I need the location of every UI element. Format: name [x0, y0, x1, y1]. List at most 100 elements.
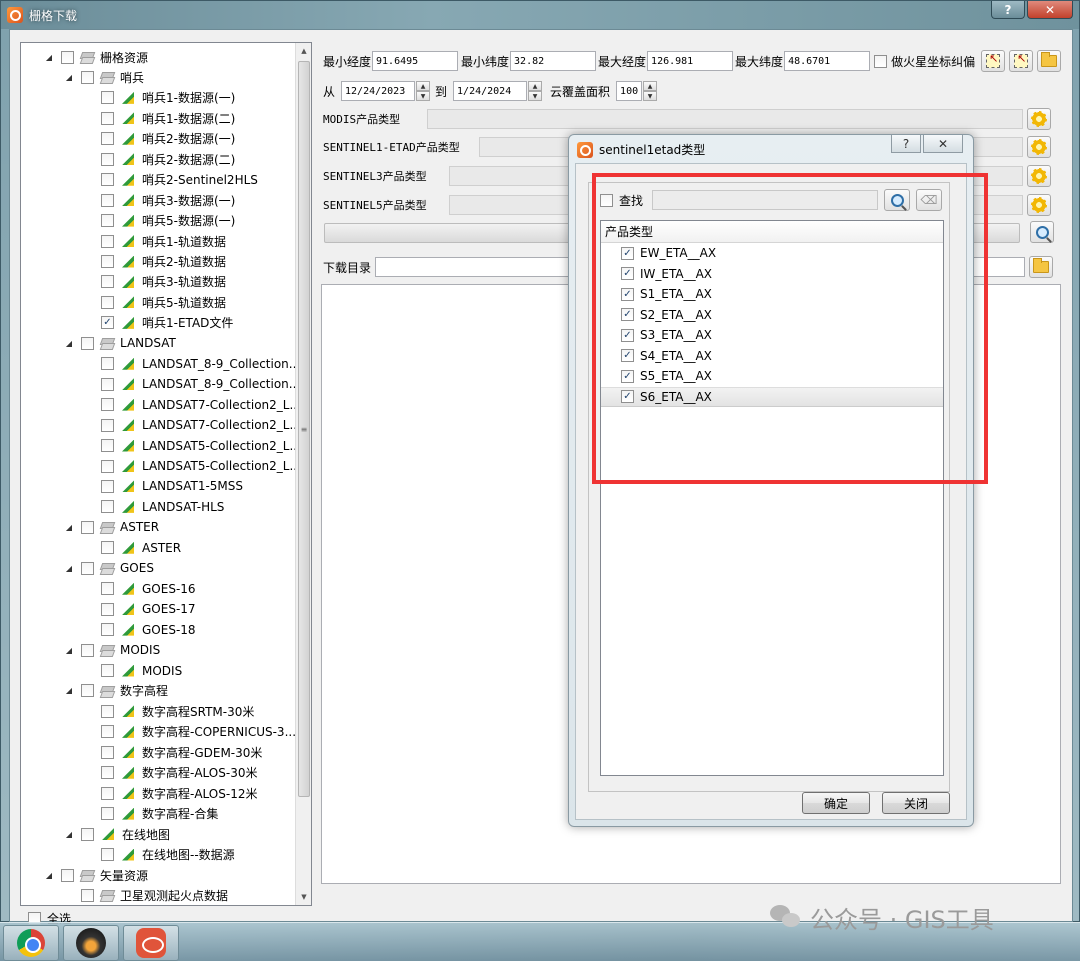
- to-date-input[interactable]: 1/24/2024: [453, 81, 528, 101]
- s1-gear-button[interactable]: [1027, 136, 1051, 158]
- tree-item[interactable]: 数字高程-GDEM-30米: [83, 742, 262, 762]
- tree-item[interactable]: 数字高程-合集: [83, 804, 218, 824]
- taskbar-viewer[interactable]: [123, 925, 179, 961]
- s5-gear-button[interactable]: [1027, 194, 1051, 216]
- find-clear-button[interactable]: ⌫: [916, 189, 942, 211]
- scroll-down-icon[interactable]: ▼: [296, 889, 311, 905]
- tree-scrollbar[interactable]: ▲ ≡ ▼: [295, 43, 311, 905]
- expand-arrow-icon[interactable]: ◢: [63, 71, 75, 83]
- tree-item[interactable]: ASTER: [83, 538, 181, 558]
- dialog-help-button[interactable]: ?: [891, 135, 921, 153]
- list-item[interactable]: ✓ IW_ETA__AX: [601, 264, 943, 285]
- product-type-list[interactable]: 产品类型 ✓ EW_ETA__AX ✓ IW_ETA__AX ✓ S1_ETA__AX ✓ S…: [600, 220, 944, 776]
- tree-item[interactable]: ◢ LANDSAT: [63, 333, 176, 353]
- list-item[interactable]: ✓ S3_ETA__AX: [601, 325, 943, 346]
- scroll-up-icon[interactable]: ▲: [296, 43, 311, 59]
- tree-item-checkbox[interactable]: [61, 50, 74, 64]
- tree-item-checkbox[interactable]: [81, 70, 94, 84]
- tree-item-checkbox[interactable]: [81, 888, 94, 902]
- tree-item-checkbox[interactable]: [101, 704, 114, 718]
- tree-item[interactable]: ✓ 哨兵1-ETAD文件: [83, 313, 233, 333]
- tree-item-checkbox[interactable]: [101, 152, 114, 166]
- mars-checkbox[interactable]: [874, 54, 888, 68]
- tree-item-checkbox[interactable]: [101, 193, 114, 207]
- tree-item[interactable]: ◢ GOES: [63, 558, 154, 578]
- expand-arrow-icon[interactable]: ◢: [63, 644, 75, 656]
- tree-item[interactable]: 哨兵2-Sentinel2HLS: [83, 170, 258, 190]
- tree-item[interactable]: ◢ ASTER: [63, 517, 159, 537]
- find-search-button[interactable]: [884, 189, 910, 211]
- tree-item[interactable]: 卫星观测起火点数据: [63, 885, 228, 905]
- spin-up-icon[interactable]: ▲: [528, 81, 543, 91]
- tree-item-checkbox[interactable]: [101, 786, 114, 800]
- tree-item[interactable]: 数字高程-COPERNICUS-3...: [83, 722, 296, 742]
- tree-item[interactable]: ◢ 矢量资源: [43, 865, 148, 885]
- tree-item-checkbox[interactable]: [61, 868, 74, 882]
- cancel-button[interactable]: 关闭: [882, 792, 950, 814]
- tree-item-checkbox[interactable]: [101, 623, 114, 637]
- expand-arrow-icon[interactable]: ◢: [63, 521, 75, 533]
- tree-item[interactable]: 哨兵2-数据源(二): [83, 149, 235, 169]
- tree-item[interactable]: 哨兵1-数据源(二): [83, 108, 235, 128]
- expand-arrow-icon[interactable]: ◢: [63, 828, 75, 840]
- list-item[interactable]: ✓ S6_ETA__AX: [601, 386, 943, 407]
- modis-gear-button[interactable]: [1027, 108, 1051, 130]
- tree-item[interactable]: 哨兵1-数据源(一): [83, 88, 235, 108]
- tree-item-checkbox[interactable]: [101, 439, 114, 453]
- open-coords-button[interactable]: [1037, 50, 1062, 72]
- tree-item[interactable]: 哨兵2-数据源(一): [83, 129, 235, 149]
- spin-down-icon[interactable]: ▼: [643, 91, 658, 101]
- tree-item-checkbox[interactable]: [101, 479, 114, 493]
- to-date-spinner[interactable]: ▲ ▼: [528, 81, 543, 101]
- tree-item-checkbox[interactable]: [101, 173, 114, 187]
- tree-item-checkbox[interactable]: [101, 725, 114, 739]
- find-checkbox[interactable]: [600, 194, 613, 207]
- close-button[interactable]: ✕: [1027, 1, 1073, 19]
- list-item-checkbox[interactable]: ✓: [621, 328, 634, 342]
- tree-item[interactable]: LANDSAT5-Collection2_L...: [83, 436, 301, 456]
- tree-item[interactable]: LANDSAT_8-9_Collection...: [83, 354, 300, 374]
- tree-item-checkbox[interactable]: [101, 745, 114, 759]
- scroll-thumb[interactable]: ≡: [298, 61, 310, 797]
- tree-item-checkbox[interactable]: [101, 132, 114, 146]
- taskbar-chrome[interactable]: [3, 925, 59, 961]
- expand-arrow-icon[interactable]: ◢: [63, 562, 75, 574]
- select-area-button[interactable]: [981, 50, 1006, 72]
- tree-item[interactable]: GOES-18: [83, 620, 196, 640]
- list-item[interactable]: ✓ S1_ETA__AX: [601, 284, 943, 305]
- spin-up-icon[interactable]: ▲: [416, 81, 431, 91]
- tree-item-checkbox[interactable]: [101, 500, 114, 514]
- tree-item[interactable]: LANDSAT5-Collection2_L...: [83, 456, 301, 476]
- tree-item-checkbox[interactable]: [81, 561, 94, 575]
- spin-down-icon[interactable]: ▼: [528, 91, 543, 101]
- tree-item-checkbox[interactable]: [101, 459, 114, 473]
- tree-item[interactable]: 数字高程-ALOS-12米: [83, 783, 257, 803]
- dialog-close-button[interactable]: ✕: [923, 135, 963, 153]
- tree-item[interactable]: ◢ MODIS: [63, 640, 160, 660]
- tree-item[interactable]: 哨兵3-数据源(一): [83, 190, 235, 210]
- tree-item[interactable]: 哨兵2-轨道数据: [83, 252, 226, 272]
- tree-item[interactable]: 哨兵3-轨道数据: [83, 272, 226, 292]
- tree-item-checkbox[interactable]: [81, 520, 94, 534]
- tree-item-checkbox[interactable]: [101, 602, 114, 616]
- tree-item[interactable]: LANDSAT7-Collection2_L...: [83, 415, 301, 435]
- tree-item-checkbox[interactable]: [101, 91, 114, 105]
- list-item-checkbox[interactable]: ✓: [621, 369, 634, 383]
- taskbar-app[interactable]: [63, 925, 119, 961]
- from-date-spinner[interactable]: ▲ ▼: [416, 81, 431, 101]
- list-item-checkbox[interactable]: ✓: [621, 349, 634, 363]
- tree-item[interactable]: 哨兵5-数据源(一): [83, 211, 235, 231]
- tree-item[interactable]: LANDSAT1-5MSS: [83, 476, 243, 496]
- tree-item-checkbox[interactable]: [101, 582, 114, 596]
- tree-item-checkbox[interactable]: [101, 234, 114, 248]
- list-item[interactable]: ✓ EW_ETA__AX: [601, 243, 943, 264]
- tree-item[interactable]: ◢ 在线地图: [63, 824, 170, 844]
- tree-item-checkbox[interactable]: [81, 643, 94, 657]
- tree-item-checkbox[interactable]: [81, 684, 94, 698]
- tree-item-checkbox[interactable]: [101, 214, 114, 228]
- list-item[interactable]: ✓ S2_ETA__AX: [601, 305, 943, 326]
- expand-arrow-icon[interactable]: ◢: [63, 685, 75, 697]
- list-item[interactable]: ✓ S5_ETA__AX: [601, 366, 943, 387]
- tree-item-checkbox[interactable]: [101, 807, 114, 821]
- spin-up-icon[interactable]: ▲: [643, 81, 658, 91]
